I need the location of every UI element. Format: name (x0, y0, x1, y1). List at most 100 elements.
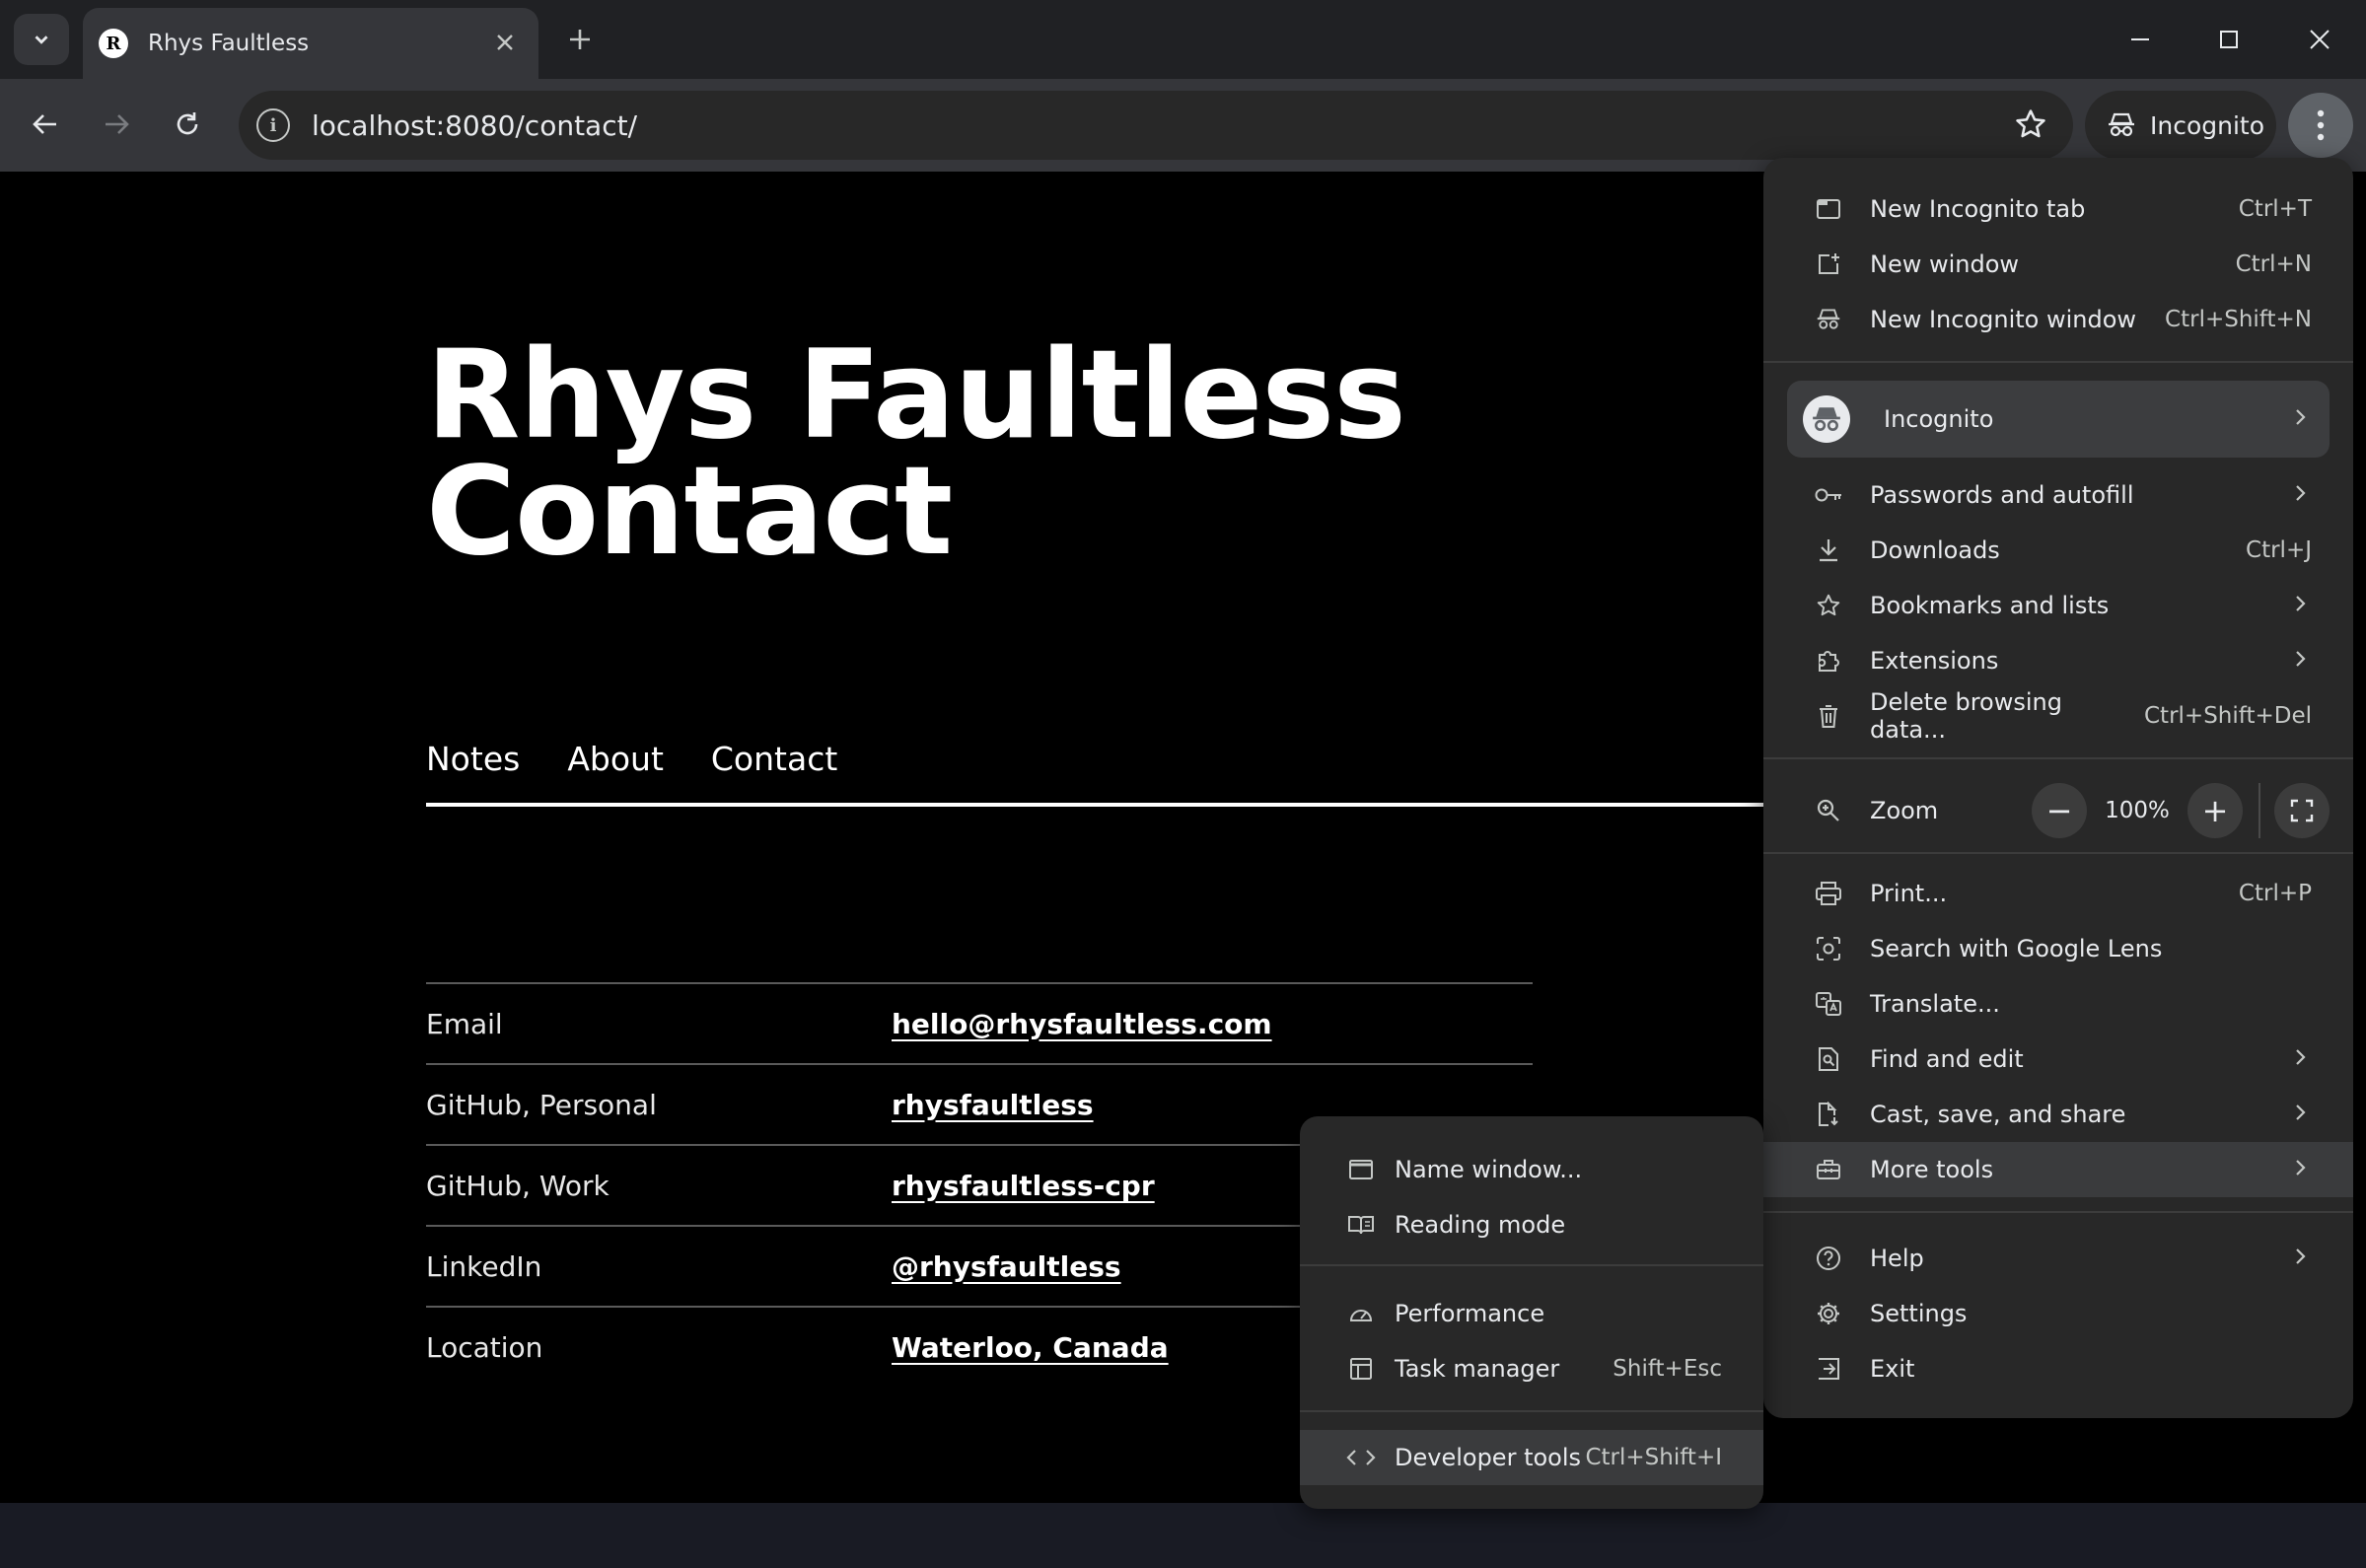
arrow-left-icon (33, 114, 56, 134)
forward-button[interactable] (91, 99, 142, 150)
submenu-item-reading-mode[interactable]: Reading mode (1300, 1197, 1763, 1252)
contact-link-location[interactable]: Waterloo, Canada (892, 1331, 1169, 1364)
contact-label-location: Location (426, 1330, 543, 1364)
trash-icon (1805, 700, 1852, 732)
menu-item-label: Cast, save, and share (1870, 1101, 2126, 1128)
tab-close-button[interactable] (487, 30, 523, 57)
submenu-item-task-manager[interactable]: Task manager Shift+Esc (1300, 1341, 1763, 1396)
submenu-item-shortcut: Shift+Esc (1613, 1356, 1722, 1382)
toolbox-icon (1805, 1154, 1852, 1185)
menu-item-label: Extensions (1870, 647, 1999, 675)
incognito-chip-label: Incognito (2150, 110, 2265, 140)
maximize-button[interactable] (2201, 14, 2257, 65)
submenu-item-name-window[interactable]: Name window... (1300, 1142, 1763, 1197)
site-favicon-icon: R (99, 29, 128, 58)
tab-search-button[interactable] (14, 14, 69, 65)
chevron-right-icon (2294, 407, 2308, 431)
menu-item-profile-incognito[interactable]: Incognito (1787, 381, 2330, 458)
incognito-avatar-icon (1803, 395, 1850, 443)
chrome-main-menu: New Incognito tab Ctrl+T New window Ctrl… (1763, 158, 2353, 1418)
zoom-in-button[interactable]: + (2187, 783, 2243, 838)
submenu-item-label: Developer tools (1395, 1444, 1582, 1471)
fullscreen-button[interactable] (2274, 783, 2330, 838)
menu-item-bookmarks[interactable]: Bookmarks and lists (1763, 578, 2353, 633)
chevron-right-icon (2294, 1245, 2308, 1272)
nav-link-notes[interactable]: Notes (426, 740, 520, 778)
menu-item-shortcut: Ctrl+P (2238, 881, 2312, 906)
active-tab[interactable]: R Rhys Faultless (83, 8, 538, 79)
nav-link-contact[interactable]: Contact (711, 740, 837, 778)
code-icon (1341, 1442, 1381, 1473)
contact-label-github-personal: GitHub, Personal (426, 1088, 657, 1121)
incognito-chip[interactable]: Incognito (2085, 91, 2276, 160)
contact-link-github-work[interactable]: rhysfaultless-cpr (892, 1170, 1155, 1202)
zoom-out-button[interactable]: − (2032, 783, 2087, 838)
contact-label-linkedin: LinkedIn (426, 1249, 542, 1283)
bookmark-star-button[interactable] (2014, 107, 2047, 145)
menu-item-cast-save-share[interactable]: Cast, save, and share (1763, 1087, 2353, 1142)
menu-item-delete-browsing-data[interactable]: Delete browsing data... Ctrl+Shift+Del (1763, 688, 2353, 744)
incognito-icon (2109, 112, 2134, 137)
contact-link-github-personal[interactable]: rhysfaultless (892, 1089, 1094, 1121)
menu-item-print[interactable]: Print... Ctrl+P (1763, 866, 2353, 921)
menu-item-label: Search with Google Lens (1870, 935, 2163, 962)
menu-item-translate[interactable]: Translate... (1763, 976, 2353, 1032)
arrow-right-icon (106, 114, 129, 134)
task-manager-icon (1341, 1353, 1381, 1385)
chrome-menu-button[interactable] (2288, 93, 2353, 158)
incognito-icon (1805, 304, 1852, 335)
menu-item-extensions[interactable]: Extensions (1763, 633, 2353, 688)
menu-separator (1763, 361, 2353, 363)
menu-item-label: Help (1870, 1245, 1924, 1272)
zoom-icon (1805, 795, 1852, 826)
table-row: Email hello@rhysfaultless.com (426, 982, 1533, 1063)
contact-label-email: Email (426, 1007, 503, 1040)
menu-item-find-and-edit[interactable]: Find and edit (1763, 1032, 2353, 1087)
kebab-menu-icon (2317, 109, 2325, 141)
contact-label-github-work: GitHub, Work (426, 1169, 609, 1202)
menu-item-new-window[interactable]: New window Ctrl+N (1763, 237, 2353, 292)
submenu-item-developer-tools[interactable]: Developer tools Ctrl+Shift+I (1300, 1430, 1763, 1485)
new-tab-button[interactable] (558, 18, 602, 61)
menu-item-passwords[interactable]: Passwords and autofill (1763, 467, 2353, 523)
menu-item-new-incognito-tab[interactable]: New Incognito tab Ctrl+T (1763, 181, 2353, 237)
menu-item-label: Print... (1870, 880, 1948, 907)
menu-item-help[interactable]: Help (1763, 1231, 2353, 1286)
menu-item-more-tools[interactable]: More tools (1763, 1142, 2353, 1197)
gear-icon (1805, 1298, 1852, 1329)
menu-item-new-incognito-window[interactable]: New Incognito window Ctrl+Shift+N (1763, 292, 2353, 347)
menu-item-label: Exit (1870, 1355, 1915, 1383)
close-icon (497, 35, 513, 50)
menu-separator (1763, 852, 2353, 854)
menu-item-zoom: Zoom − 100% + (1763, 775, 2353, 846)
download-icon (1805, 535, 1852, 566)
reload-button[interactable] (162, 99, 213, 150)
chevron-right-icon (2294, 481, 2308, 509)
contact-link-linkedin[interactable]: @rhysfaultless (892, 1250, 1121, 1283)
submenu-item-label: Performance (1395, 1300, 1545, 1327)
menu-item-shortcut: Ctrl+J (2246, 537, 2312, 563)
menu-item-settings[interactable]: Settings (1763, 1286, 2353, 1341)
address-bar[interactable]: i localhost:8080/contact/ (239, 91, 2073, 160)
star-icon (2016, 109, 2045, 138)
site-info-icon[interactable]: i (256, 108, 290, 142)
chevron-right-icon (2294, 1156, 2308, 1183)
contact-link-email[interactable]: hello@rhysfaultless.com (892, 1008, 1272, 1040)
minimize-button[interactable] (2113, 14, 2168, 65)
lens-icon (1805, 933, 1852, 964)
menu-item-label: More tools (1870, 1156, 1994, 1183)
nav-link-about[interactable]: About (567, 740, 664, 778)
menu-item-downloads[interactable]: Downloads Ctrl+J (1763, 523, 2353, 578)
submenu-item-performance[interactable]: Performance (1300, 1286, 1763, 1341)
back-button[interactable] (20, 99, 71, 150)
menu-item-exit[interactable]: Exit (1763, 1341, 2353, 1396)
menu-item-shortcut: Ctrl+N (2235, 251, 2312, 277)
site-nav: Notes About Contact (426, 740, 837, 778)
close-window-button[interactable] (2292, 14, 2347, 65)
menu-separator (1300, 1410, 1763, 1412)
menu-item-google-lens[interactable]: Search with Google Lens (1763, 921, 2353, 976)
menu-item-shortcut: Ctrl+Shift+Del (2144, 703, 2312, 729)
exit-icon (1805, 1353, 1852, 1385)
close-icon (2310, 30, 2330, 49)
menu-item-label: Settings (1870, 1300, 1968, 1327)
